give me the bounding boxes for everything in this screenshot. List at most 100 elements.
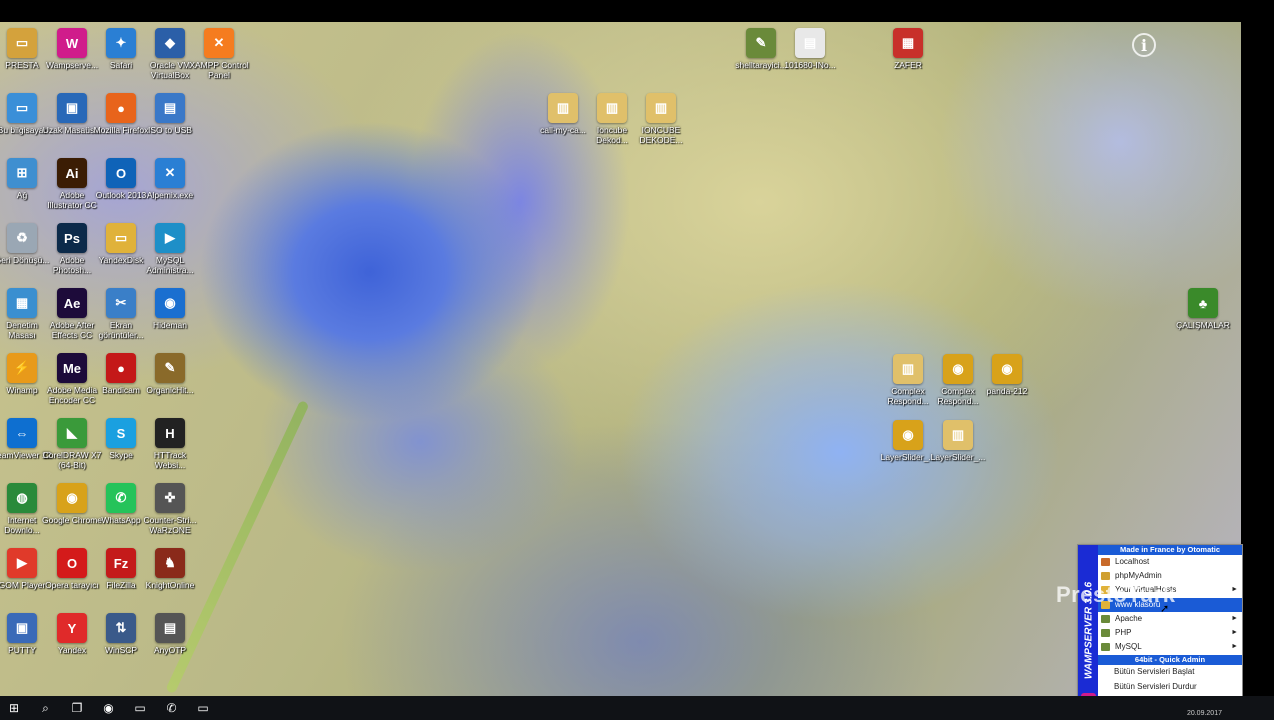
wamp-menu-item-label: PHP — [1115, 628, 1132, 637]
file-explorer-icon[interactable]: ▭ — [130, 698, 150, 718]
desktop-icon[interactable]: ▥ IONCUBE DEKODE... — [631, 93, 691, 145]
winrar-icon: ▦ — [893, 28, 923, 58]
desktop-icon-label: Hideman — [152, 320, 188, 330]
filezilla-icon: Fz — [106, 548, 136, 578]
firefox-icon: ● — [106, 93, 136, 123]
desktop-wallpaper: i ▭ PRESTA W Wampserve... ✦ Safari ◆ Oracle VM … — [0, 22, 1241, 696]
media-encoder-icon: Me — [57, 353, 87, 383]
whatsapp-icon: ✆ — [106, 483, 136, 513]
notepad-icon: ✎ — [746, 28, 776, 58]
desktop-icon[interactable]: ▶ MySQL Administra... — [140, 223, 200, 275]
illustrator-icon: Ai — [57, 158, 87, 188]
archive-icon: ▥ — [943, 420, 973, 450]
archive-icon: ▥ — [597, 93, 627, 123]
desktop-icon[interactable]: ♣ ÇALIŞMALAR — [1173, 288, 1233, 330]
wamp-menu-item[interactable]: Apache ► — [1098, 612, 1242, 626]
desktop-icon[interactable]: ▤ 101680-INo... — [780, 28, 840, 70]
search-icon[interactable]: ⌕ — [36, 698, 56, 718]
document-icon: ▤ — [795, 28, 825, 58]
php-icon — [1101, 629, 1110, 637]
chrome-icon: ◉ — [57, 483, 87, 513]
desktop-icon-label: GOM Player — [0, 580, 46, 590]
desktop-icon[interactable]: ▤ AnyOTP — [140, 613, 200, 655]
wamp-quick-item-label: Bütün Servisleri Başlat — [1114, 667, 1195, 676]
desktop-icon-label: IONCUBE DEKODE... — [639, 125, 683, 145]
desktop-icon-label: KnightOnline — [145, 580, 195, 590]
folder-icon: ▭ — [106, 223, 136, 253]
desktop-icon-label: call-my-ca... — [540, 125, 586, 135]
network-icon: ⊞ — [7, 158, 37, 188]
desktop-icon[interactable]: ✎ OrganicHit... — [140, 353, 200, 395]
archive-icon: ▥ — [646, 93, 676, 123]
desktop-icon-label: LayerSlider_... — [930, 452, 986, 462]
desktop-icon-label: Yandex — [57, 645, 87, 655]
teamviewer-icon: ⇔ — [7, 418, 37, 448]
coreldraw-icon: ◣ — [57, 418, 87, 448]
desktop-icon[interactable]: ✕ Alpemix.exe — [140, 158, 200, 200]
winscp-icon: ⇅ — [106, 613, 136, 643]
desktop-icon-label: panda-212 — [986, 386, 1028, 396]
desktop-icon-label: AnyOTP — [153, 645, 187, 655]
home-icon — [1101, 558, 1110, 566]
desktop-icon-label: 101680-INo... — [784, 60, 836, 70]
wamp-menu-header: Made in France by Otomatic — [1098, 545, 1242, 555]
wamp-menu-item-label: Localhost — [1115, 557, 1150, 566]
desktop-icon-label: FileZilla — [106, 580, 136, 590]
desktop-icon-label: MySQL Administra... — [146, 255, 194, 275]
wamp-menu-item[interactable]: PHP ► — [1098, 626, 1242, 640]
chrome-icon[interactable]: ◉ — [99, 698, 119, 718]
taskbar: ⊞ ⌕ ❐ ◉ ▭ ✆ ▭ — [0, 696, 1274, 720]
computer-icon: ▭ — [7, 93, 37, 123]
mysql-admin-icon: ▶ — [155, 223, 185, 253]
hideman-icon: ◉ — [155, 288, 185, 318]
submenu-arrow-icon: ► — [1231, 614, 1238, 622]
mysql-icon — [1101, 643, 1110, 652]
wamp-quick-item[interactable]: Bütün Servisleri Başlat — [1098, 665, 1242, 679]
archive-icon: ▥ — [893, 354, 923, 384]
task-view-icon[interactable]: ❐ — [67, 698, 87, 718]
desktop-icon-label: Bu bilgisayar — [0, 125, 47, 135]
desktop-icon[interactable]: ▤ ISO to USB — [140, 93, 200, 135]
submenu-arrow-icon: ► — [1231, 586, 1238, 594]
windows-start-icon[interactable]: ⊞ — [4, 698, 24, 718]
desktop-icon-label: WinSCP — [104, 645, 138, 655]
desktop-icon[interactable]: ♞ KnightOnline — [140, 548, 200, 590]
folder-icon: ▭ — [7, 28, 37, 58]
desktop-icon[interactable]: ▥ LayerSlider_... — [928, 420, 988, 462]
wamp-menu-item-label: MySQL — [1115, 642, 1142, 652]
wamp-menu-item[interactable]: MySQL ► — [1098, 640, 1242, 654]
desktop-icon[interactable]: ✕ XAMPP Control Panel — [189, 28, 249, 80]
mouse-cursor-icon: ➚ — [1160, 603, 1170, 615]
after-effects-icon: Ae — [57, 288, 87, 318]
control-panel-icon: ▦ — [7, 288, 37, 318]
desktop-icon-label: OrganicHit... — [146, 385, 194, 395]
desktop-icon-label: Winamp — [6, 385, 38, 395]
desktop-icon[interactable]: H HTTrack Websi... — [140, 418, 200, 470]
wamp-icon: W — [57, 28, 87, 58]
desktop-icon-label: YandexDisk — [98, 255, 144, 265]
putty-icon: ▣ — [7, 613, 37, 643]
folder-icon[interactable]: ▭ — [193, 698, 213, 718]
whatsapp-icon[interactable]: ✆ — [162, 698, 182, 718]
wampserver-tray-menu: WAMPSERVER 3.0.6 Made in France by Otoma… — [1077, 544, 1243, 716]
gom-player-icon: ▶ — [7, 548, 37, 578]
desktop-icon-label: HTTrack Websi... — [153, 450, 187, 470]
desktop-icon-label: PUTTY — [8, 645, 36, 655]
wamp-menu-sidebar: WAMPSERVER 3.0.6 — [1078, 545, 1098, 715]
desktop-icon-label: XAMPP Control Panel — [189, 60, 249, 80]
recycle-bin-icon: ♻ — [7, 223, 37, 253]
desktop-icon[interactable]: ▦ ZAFER — [878, 28, 938, 70]
info-icon[interactable]: i — [1132, 33, 1156, 57]
desktop-icon[interactable]: ◉ Hideman — [140, 288, 200, 330]
wamp-menu-item-label: Apache — [1115, 613, 1143, 623]
wamp-quick-item[interactable]: Bütün Servisleri Durdur — [1098, 680, 1242, 694]
desktop-icon-label: ÇALIŞMALAR — [1176, 320, 1230, 330]
desktop-icon[interactable]: ◉ panda-212 — [977, 354, 1037, 396]
desktop-icon-label: Alpemix.exe — [146, 190, 194, 200]
desktop-icon[interactable]: ✜ Counter-Stri... WaRzONE — [140, 483, 200, 535]
wamp-menu-item[interactable]: Localhost — [1098, 555, 1242, 569]
virtualbox-icon: ◆ — [155, 28, 185, 58]
alpemix-icon: ✕ — [155, 158, 185, 188]
yandex-icon: Y — [57, 613, 87, 643]
taskbar-date: 20.09.2017 — [1186, 710, 1222, 717]
